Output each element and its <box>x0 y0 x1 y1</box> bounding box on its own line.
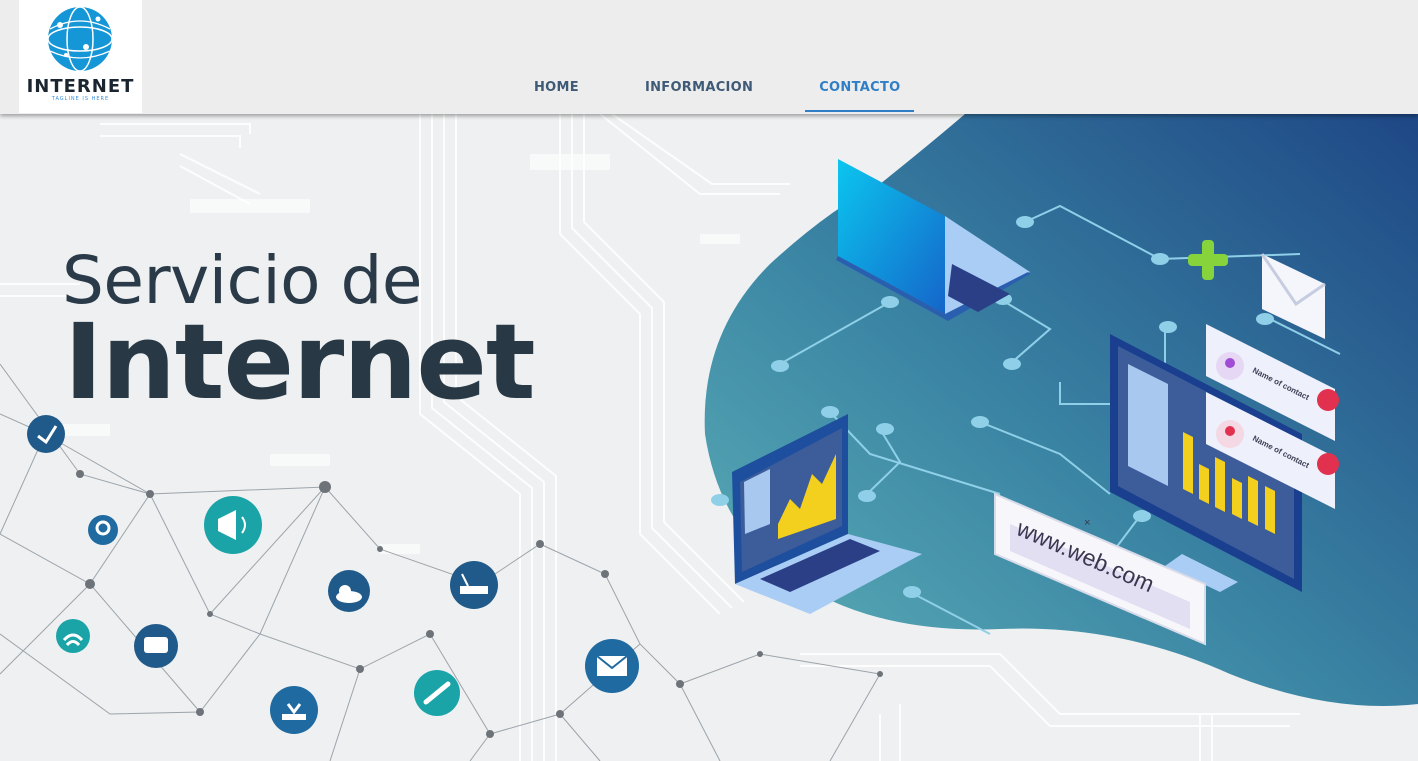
site-header: INTERNET TAGLINE IS HERE HOME INFORMACIO… <box>0 0 1418 114</box>
logo-tagline: TAGLINE IS HERE <box>51 96 110 102</box>
download-icon <box>270 686 318 734</box>
svg-text:×: × <box>1084 517 1090 529</box>
logo[interactable]: INTERNET TAGLINE IS HERE <box>19 0 142 113</box>
main-nav: HOME INFORMACION CONTACTO <box>520 70 952 114</box>
hero-banner: Name of contact Name of contact www.web.… <box>0 114 1418 761</box>
wrench-icon <box>414 670 460 716</box>
chat-pin-icon <box>88 515 118 545</box>
megaphone-icon <box>204 496 262 554</box>
nav-informacion-link[interactable]: INFORMACION <box>631 70 767 112</box>
email-icon <box>585 639 639 693</box>
cloud-upload-icon <box>328 570 370 612</box>
network-share-icon <box>27 415 65 453</box>
hero-illustration: Name of contact Name of contact www.web.… <box>0 114 1418 761</box>
chat-bubble-icon <box>134 624 178 668</box>
nav-contacto-link[interactable]: CONTACTO <box>805 70 915 112</box>
nav-home-link[interactable]: HOME <box>520 70 593 112</box>
router-icon <box>450 561 498 609</box>
wifi-icon <box>56 619 90 653</box>
globe-icon <box>47 6 113 72</box>
hero-title-line2: Internet <box>64 301 536 423</box>
logo-name: INTERNET <box>26 76 135 97</box>
